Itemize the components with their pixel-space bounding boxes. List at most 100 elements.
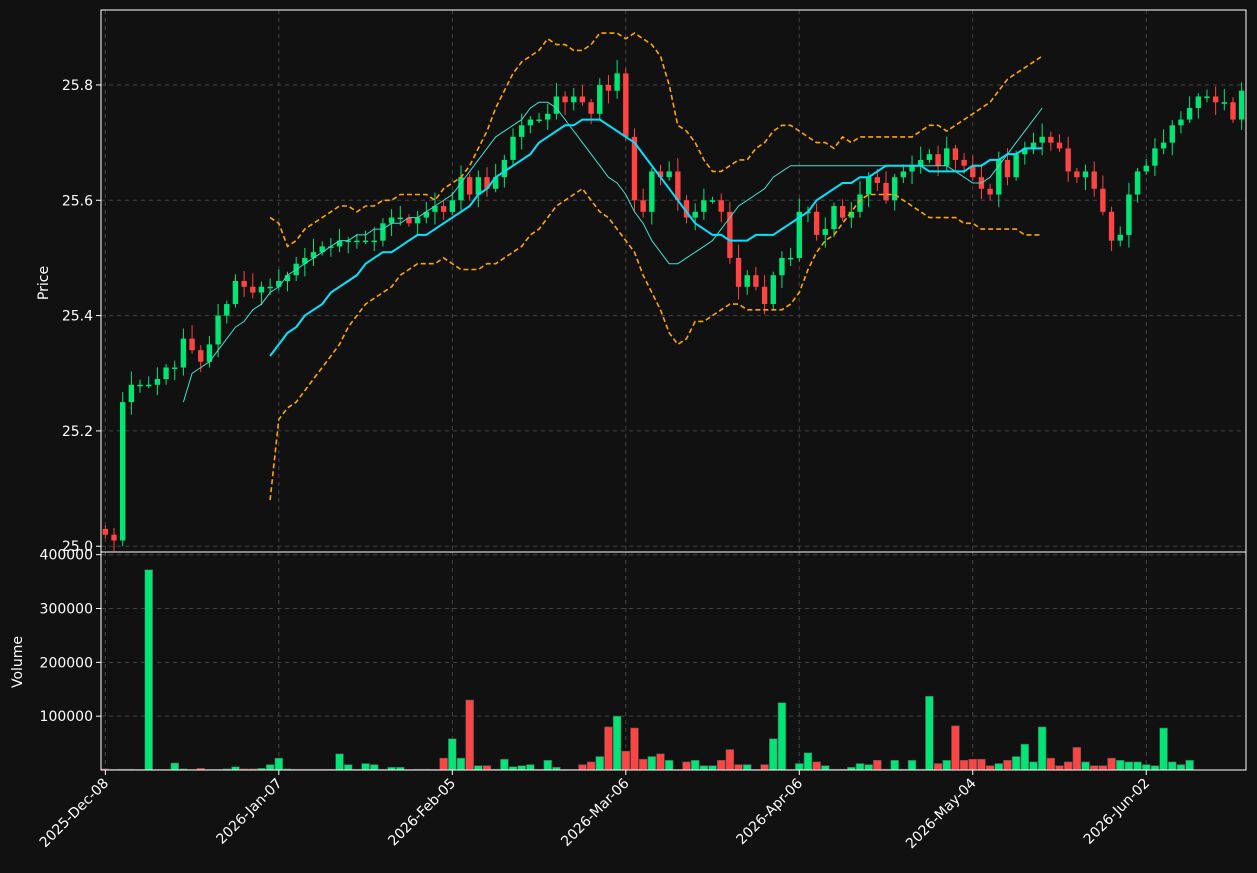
candle-body — [1169, 125, 1175, 143]
candle-body — [466, 177, 473, 195]
volume-bar — [526, 764, 535, 771]
candle-body — [1082, 171, 1089, 178]
candle-body — [1091, 171, 1097, 189]
volume-bar — [144, 569, 153, 771]
volume-bar — [517, 765, 526, 771]
candle-body — [1143, 165, 1149, 172]
candle-body — [119, 402, 126, 541]
volume-bar — [456, 757, 466, 771]
candle-body — [892, 177, 898, 201]
volume-bar — [994, 763, 1003, 771]
volume-bar — [621, 750, 630, 771]
candle-body — [874, 177, 881, 183]
volume-bar — [647, 756, 657, 771]
candle-body — [588, 102, 594, 114]
candle-body — [1160, 142, 1167, 149]
candle-body — [1108, 211, 1115, 241]
candle-body — [180, 338, 187, 368]
price-tick-label: 25.6 — [62, 193, 93, 209]
candle-body — [709, 200, 716, 202]
volume-bar — [760, 764, 769, 771]
volume-bar — [734, 764, 743, 771]
volume-tick-label: 400000 — [40, 548, 93, 564]
volume-bar — [1072, 747, 1082, 771]
candle-body — [1117, 234, 1123, 241]
volume-bar — [699, 765, 709, 771]
candle-body — [761, 286, 768, 305]
candle-body — [770, 275, 776, 305]
candle-body — [501, 159, 508, 178]
candle-body — [527, 119, 534, 126]
candle-body — [198, 350, 204, 362]
volume-bar — [985, 765, 995, 771]
candle-body — [735, 257, 742, 287]
candle-body — [649, 171, 655, 212]
volume-bar — [586, 761, 596, 771]
candle-body — [640, 200, 646, 212]
candle-body — [536, 119, 542, 122]
candle-body — [519, 125, 525, 137]
volume-tick-label: 300000 — [40, 602, 93, 618]
candle-body — [675, 171, 681, 201]
candle-body — [623, 73, 629, 137]
volume-bar — [708, 765, 717, 771]
volume-bar — [482, 765, 492, 771]
candle-body — [779, 257, 785, 276]
volume-axis-label: Volume — [10, 636, 26, 688]
candle-body — [952, 148, 959, 160]
candle-body — [571, 96, 577, 103]
volume-bar — [344, 764, 353, 771]
price-axis-label: Price — [36, 266, 52, 300]
volume-bar — [1081, 761, 1090, 771]
candle-body — [241, 281, 247, 287]
candle-body — [267, 286, 273, 289]
candle-body — [727, 211, 733, 258]
volume-bar — [595, 756, 604, 771]
volume-bar — [335, 753, 344, 771]
volume-bar — [682, 761, 691, 771]
volume-bar — [977, 758, 986, 771]
candle-body — [1204, 96, 1210, 98]
candle-body — [1230, 102, 1236, 120]
volume-bar — [170, 762, 179, 771]
candle-body — [1056, 142, 1063, 149]
volume-bar — [725, 749, 735, 771]
volume-bar — [656, 753, 665, 771]
candle-body — [614, 73, 620, 91]
volume-bar — [1055, 765, 1064, 771]
candle-body — [935, 154, 941, 166]
volume-bar — [664, 760, 674, 771]
candle-body — [1195, 96, 1201, 109]
candle-body — [232, 281, 239, 305]
candle-body — [388, 217, 395, 224]
candle-body — [1100, 188, 1106, 212]
volume-bar — [612, 715, 622, 771]
volume-bar — [465, 699, 474, 771]
candle-body — [510, 136, 516, 160]
volume-bar — [890, 760, 899, 771]
volume-bar — [274, 757, 284, 771]
candle-body — [822, 229, 828, 235]
candle-body — [1134, 171, 1141, 195]
candle-body — [1126, 194, 1132, 235]
candle-body — [397, 217, 403, 220]
volume-bar — [942, 760, 951, 771]
volume-bar — [855, 763, 865, 771]
price-tick-label: 25.2 — [62, 424, 93, 440]
volume-bar — [1020, 743, 1030, 771]
volume-bar — [690, 760, 700, 771]
volume-bar — [821, 765, 830, 771]
volume-bar — [717, 760, 726, 771]
candle-body — [371, 240, 377, 243]
candle-body — [579, 96, 586, 103]
candle-body — [1186, 108, 1193, 120]
candle-body — [172, 367, 178, 369]
volume-bar — [795, 763, 804, 771]
volume-bar — [925, 695, 934, 771]
volume-bar — [578, 764, 587, 771]
candle-body — [354, 240, 360, 243]
candle-body — [1212, 96, 1219, 103]
candle-body — [987, 188, 993, 195]
volume-bar — [803, 752, 813, 771]
volume-bar — [1159, 727, 1168, 771]
